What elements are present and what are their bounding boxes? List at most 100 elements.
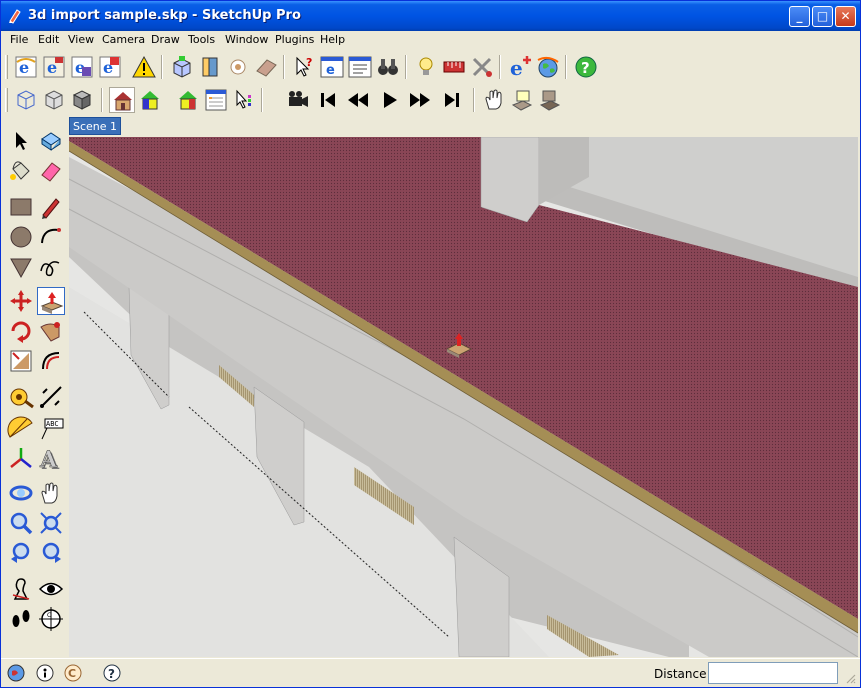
zoom-icon[interactable] bbox=[7, 509, 35, 537]
svg-text:e: e bbox=[510, 56, 523, 80]
text-label-icon[interactable]: ABC bbox=[37, 415, 65, 443]
outliner-icon[interactable] bbox=[203, 87, 229, 113]
previous-view-icon[interactable] bbox=[7, 539, 35, 567]
rotate-icon[interactable] bbox=[7, 317, 35, 345]
push-pull-icon[interactable] bbox=[37, 287, 65, 315]
tools-icon[interactable] bbox=[469, 54, 495, 80]
close-button[interactable]: ✕ bbox=[835, 6, 856, 27]
menu-view[interactable]: View bbox=[68, 33, 94, 46]
layers-icon[interactable] bbox=[231, 87, 257, 113]
rewind-icon[interactable] bbox=[345, 87, 371, 113]
face-icon[interactable] bbox=[253, 54, 279, 80]
maximize-button[interactable]: □ bbox=[812, 6, 833, 27]
minimize-button[interactable]: _ bbox=[789, 6, 810, 27]
ie-icon[interactable]: e bbox=[69, 54, 95, 80]
globe-icon[interactable] bbox=[535, 54, 561, 80]
menu-edit[interactable]: Edit bbox=[38, 33, 59, 46]
select-icon[interactable] bbox=[7, 127, 35, 155]
protractor-icon[interactable] bbox=[7, 415, 35, 443]
walk-icon[interactable] bbox=[7, 575, 35, 603]
menu-file[interactable]: File bbox=[10, 33, 28, 46]
component-push-icon[interactable] bbox=[197, 54, 223, 80]
tape-measure-icon[interactable] bbox=[7, 383, 35, 411]
axes-icon[interactable] bbox=[7, 445, 35, 473]
wireframe-icon[interactable] bbox=[13, 87, 39, 113]
menu-draw[interactable]: Draw bbox=[151, 33, 180, 46]
geo-location-icon[interactable] bbox=[7, 664, 25, 682]
ie-icon[interactable]: e bbox=[41, 54, 67, 80]
footprints-icon[interactable] bbox=[7, 605, 35, 633]
scale-icon[interactable] bbox=[441, 54, 467, 80]
pan-icon[interactable] bbox=[37, 479, 65, 507]
menu-plugins[interactable]: Plugins bbox=[275, 33, 314, 46]
look-around-icon[interactable] bbox=[37, 575, 65, 603]
freehand-icon[interactable] bbox=[37, 253, 65, 281]
ie-icon[interactable]: e bbox=[13, 54, 39, 80]
ie-export-icon[interactable]: e bbox=[507, 54, 533, 80]
last-frame-icon[interactable] bbox=[439, 87, 465, 113]
ie-window-icon[interactable]: e bbox=[319, 54, 345, 80]
binoculars-icon[interactable] bbox=[375, 54, 401, 80]
next-view-icon[interactable] bbox=[37, 539, 65, 567]
offset-icon[interactable] bbox=[37, 347, 65, 375]
pencil-icon[interactable] bbox=[37, 193, 65, 221]
model-scene[interactable] bbox=[69, 137, 858, 657]
section-plane-icon[interactable]: C bbox=[37, 605, 65, 633]
svg-text:C: C bbox=[68, 667, 76, 680]
menu-camera[interactable]: Camera bbox=[102, 33, 145, 46]
dimension-icon[interactable] bbox=[37, 383, 65, 411]
eraser-icon[interactable] bbox=[37, 157, 65, 185]
toolbar-handle[interactable] bbox=[5, 88, 8, 112]
make-component-icon[interactable] bbox=[37, 127, 65, 155]
orbit-icon[interactable] bbox=[7, 479, 35, 507]
model-viewport[interactable] bbox=[69, 137, 858, 657]
house-color-icon[interactable] bbox=[137, 87, 163, 113]
scene-tab[interactable]: Scene 1 bbox=[69, 117, 121, 135]
arc-icon[interactable] bbox=[37, 223, 65, 251]
distance-input[interactable] bbox=[708, 662, 838, 684]
title-bar[interactable]: 3d import sample.skp - SketchUp Pro _ □ … bbox=[1, 1, 860, 31]
stamp-icon[interactable] bbox=[509, 87, 535, 113]
first-frame-icon[interactable] bbox=[315, 87, 341, 113]
house-icon[interactable] bbox=[109, 87, 135, 113]
play-icon[interactable] bbox=[377, 87, 403, 113]
toolbar-handle[interactable] bbox=[5, 55, 8, 79]
menu-window[interactable]: Window bbox=[225, 33, 268, 46]
hand-sandbox-icon[interactable] bbox=[481, 87, 507, 113]
shaded-icon[interactable] bbox=[69, 87, 95, 113]
credits-icon[interactable] bbox=[36, 664, 54, 682]
svg-text:C: C bbox=[47, 612, 51, 619]
resize-grip[interactable] bbox=[844, 672, 856, 684]
drape-icon[interactable] bbox=[537, 87, 563, 113]
ie-icon[interactable]: e bbox=[97, 54, 123, 80]
rectangle-icon[interactable] bbox=[7, 193, 35, 221]
copyright-icon[interactable]: C bbox=[64, 664, 82, 682]
warning-icon[interactable] bbox=[131, 54, 157, 80]
paint-bucket-icon[interactable] bbox=[7, 157, 35, 185]
help-icon[interactable]: ? bbox=[573, 54, 599, 80]
instructor-help-icon[interactable]: ? bbox=[103, 664, 121, 682]
move-icon[interactable] bbox=[7, 287, 35, 315]
follow-me-icon[interactable] bbox=[37, 317, 65, 345]
hidden-line-icon[interactable] bbox=[41, 87, 67, 113]
camera-position-icon[interactable] bbox=[225, 54, 251, 80]
toolbar-separator bbox=[283, 55, 285, 79]
circle-icon[interactable] bbox=[7, 223, 35, 251]
menu-tools[interactable]: Tools bbox=[188, 33, 215, 46]
zoom-extents-icon[interactable] bbox=[37, 509, 65, 537]
house-shade-icon[interactable] bbox=[175, 87, 201, 113]
3d-text-icon[interactable]: AA bbox=[37, 445, 65, 475]
fast-forward-icon[interactable] bbox=[407, 87, 433, 113]
polygon-icon[interactable] bbox=[7, 253, 35, 281]
ie-list-icon[interactable] bbox=[347, 54, 373, 80]
sketchup-logo-icon bbox=[9, 9, 21, 24]
toolbar-standard: e e e e ? e e ? bbox=[5, 51, 655, 83]
menu-help[interactable]: Help bbox=[320, 33, 345, 46]
svg-text:A: A bbox=[39, 447, 58, 473]
whats-this-icon[interactable]: ? bbox=[291, 54, 317, 80]
component-box-icon[interactable] bbox=[169, 54, 195, 80]
scale-tool-icon[interactable] bbox=[7, 347, 35, 375]
movie-camera-icon[interactable] bbox=[285, 87, 311, 113]
svg-text:?: ? bbox=[581, 59, 590, 77]
lightbulb-icon[interactable] bbox=[413, 54, 439, 80]
